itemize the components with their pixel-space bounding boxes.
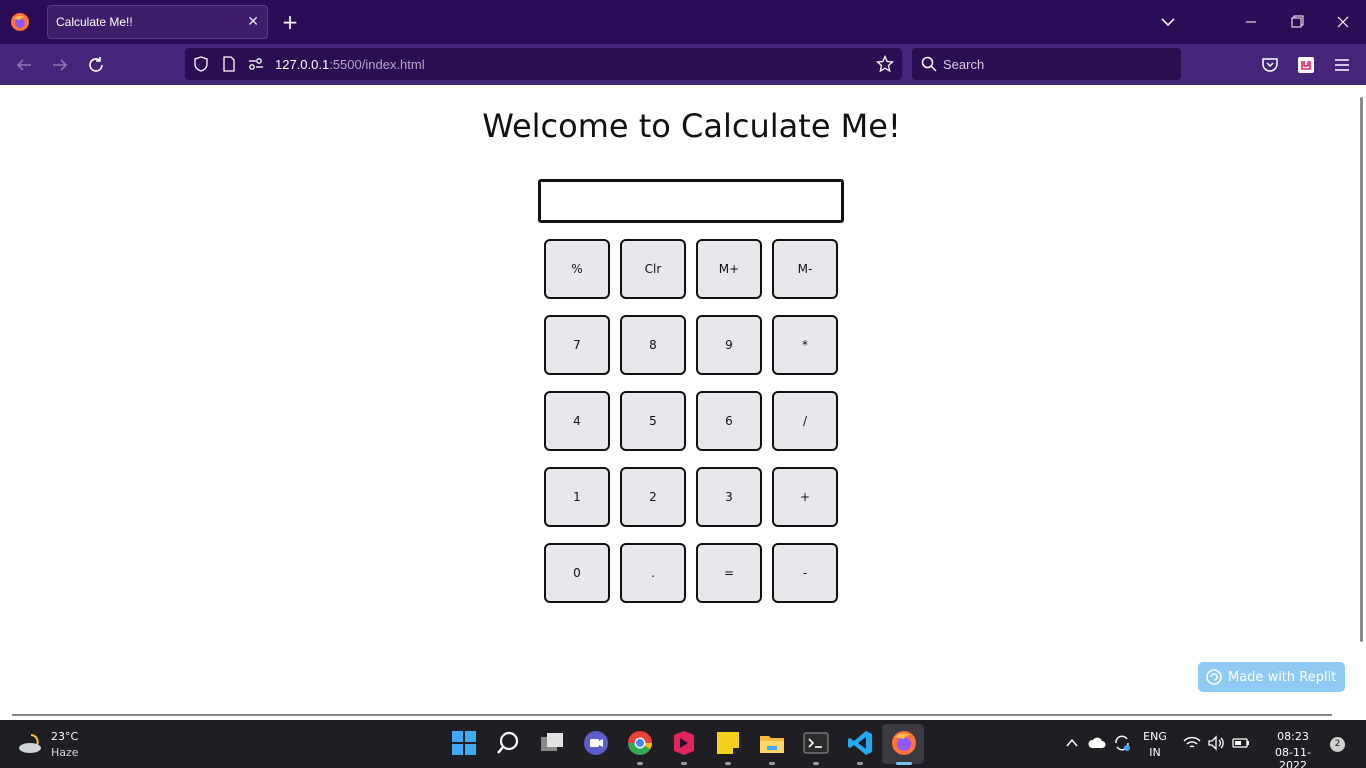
active-indicator [896,762,912,765]
extension-icon[interactable] [1295,54,1317,76]
weather-haze-icon[interactable] [17,731,45,757]
sticky-notes-icon[interactable] [714,729,742,757]
url-text[interactable]: 127.0.0.1:5500/index.html [275,57,425,72]
minimize-button[interactable] [1228,0,1274,44]
wifi-icon[interactable] [1183,735,1201,751]
url-path: :5500/index.html [329,57,425,72]
calc-key[interactable]: M- [772,239,838,299]
shield-icon[interactable] [193,56,209,72]
pocket-icon[interactable] [1259,54,1281,76]
windows-start-icon[interactable] [450,729,478,757]
weather-description[interactable]: Haze [51,746,79,759]
region-indicator[interactable]: IN [1140,746,1170,759]
calc-key[interactable]: M+ [696,239,762,299]
browser-tab-active[interactable]: Calculate Me!! ✕ [47,5,268,39]
search-placeholder: Search [943,57,985,72]
restore-button[interactable] [1274,0,1320,44]
scrollbar[interactable] [1360,97,1363,642]
terminal-icon[interactable] [802,729,830,757]
screen-recorder-icon[interactable] [670,729,698,757]
search-input[interactable]: Search [912,48,1181,80]
tab-close-icon[interactable]: ✕ [247,14,259,30]
address-bar[interactable]: 127.0.0.1:5500/index.html [185,48,902,80]
calc-key[interactable]: - [772,543,838,603]
clock-time[interactable]: 08:23 [1262,730,1324,743]
calc-key[interactable]: Clr [620,239,686,299]
new-tab-button[interactable]: + [280,10,300,34]
battery-icon[interactable] [1231,735,1251,751]
hamburger-menu-icon[interactable] [1331,54,1353,76]
calc-key[interactable]: 5 [620,391,686,451]
calc-key[interactable]: 2 [620,467,686,527]
forward-arrow-icon[interactable] [49,54,71,76]
browser-toolbar: 127.0.0.1:5500/index.html Search [0,44,1366,85]
calc-key[interactable]: 8 [620,315,686,375]
clock-date[interactable]: 08-11-2022 [1262,746,1324,768]
calc-key[interactable]: . [620,543,686,603]
divider [12,714,1332,716]
running-indicator [857,762,863,765]
running-indicator [813,762,819,765]
close-window-button[interactable] [1320,0,1366,44]
replit-badge[interactable]: Made with Replit [1198,662,1345,692]
vscode-icon[interactable] [846,729,874,757]
chevron-down-icon[interactable] [1158,12,1178,32]
running-indicator [637,762,643,765]
calc-key[interactable]: 9 [696,315,762,375]
calc-key[interactable]: = [696,543,762,603]
running-indicator [769,762,775,765]
firefox-icon[interactable] [890,729,918,757]
running-indicator [681,762,687,765]
calc-key[interactable]: 4 [544,391,610,451]
search-icon [921,56,937,72]
calc-key[interactable]: 0 [544,543,610,603]
calc-key[interactable]: 3 [696,467,762,527]
calc-key[interactable]: 1 [544,467,610,527]
chevron-up-icon[interactable] [1065,736,1079,750]
permissions-icon[interactable] [247,56,265,72]
language-indicator[interactable]: ENG [1140,730,1170,743]
onedrive-cloud-icon[interactable] [1087,735,1107,751]
sync-icon[interactable] [1112,734,1132,752]
calc-key[interactable]: 7 [544,315,610,375]
reload-icon[interactable] [85,54,107,76]
weather-temperature[interactable]: 23°C [51,730,78,743]
bookmark-star-icon[interactable] [876,55,894,73]
calc-key[interactable]: / [772,391,838,451]
chrome-icon[interactable] [626,729,654,757]
file-explorer-icon[interactable] [758,729,786,757]
calc-key[interactable]: % [544,239,610,299]
running-indicator [725,762,731,765]
windows-taskbar: 23°C Haze ENG IN 08:23 08-11-2022 2 [0,720,1366,768]
firefox-icon[interactable] [10,12,30,32]
back-arrow-icon[interactable] [13,54,35,76]
page-title: Welcome to Calculate Me! [482,107,901,145]
calculator-display[interactable] [538,179,844,223]
volume-icon[interactable] [1207,735,1225,751]
search-icon[interactable] [494,729,522,757]
page-icon[interactable] [221,56,237,72]
replit-badge-label: Made with Replit [1228,669,1337,685]
calc-key[interactable]: 6 [696,391,762,451]
web-page: Welcome to Calculate Me! % Clr M+ M- 7 8 9 * 4 5 6… [0,85,1366,716]
task-view-icon[interactable] [538,729,566,757]
calc-key[interactable]: * [772,315,838,375]
notification-badge[interactable]: 2 [1330,737,1345,752]
browser-tab-strip: Calculate Me!! ✕ + [0,0,1366,44]
url-host: 127.0.0.1 [275,57,330,72]
tab-title: Calculate Me!! [56,15,133,29]
teams-chat-icon[interactable] [582,729,610,757]
calc-key[interactable]: + [772,467,838,527]
replit-icon [1206,669,1222,685]
